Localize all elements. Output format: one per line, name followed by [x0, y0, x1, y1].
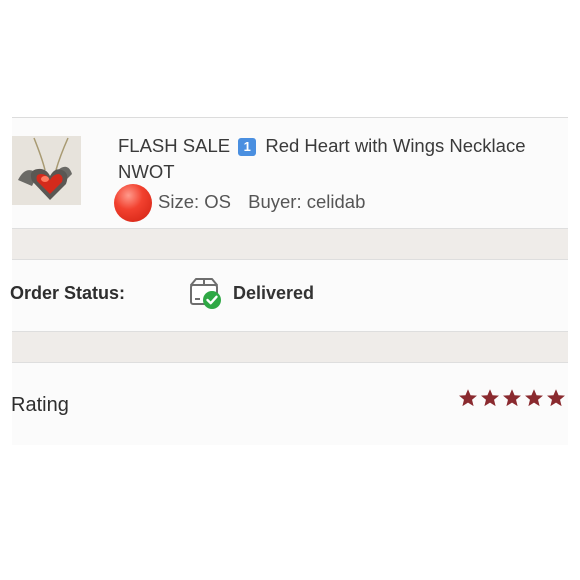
rating-label: Rating: [11, 394, 69, 416]
star-icon: [525, 389, 543, 407]
star-icon: [547, 389, 565, 407]
listing-title-text: FLASH SALE: [118, 135, 231, 156]
listing-title[interactable]: FLASH SALE 1 Red Heart with Wings Neckla…: [118, 133, 558, 185]
rating-row: Rating: [11, 363, 568, 445]
listing-row[interactable]: FLASH SALE 1 Red Heart with Wings Neckla…: [12, 118, 568, 228]
order-status-value: Delivered: [233, 283, 315, 303]
listing-size: Size: OS: [158, 191, 231, 212]
order-card: FLASH SALE 1 Red Heart with Wings Neckla…: [10, 117, 568, 445]
star-icon: [459, 389, 477, 407]
star-icon: [503, 389, 521, 407]
section-divider: [12, 331, 568, 363]
order-status-row: Order Status: Delivered: [10, 260, 568, 330]
order-status-label: Order Status:: [10, 283, 126, 303]
package-delivered-icon: [190, 278, 221, 309]
section-divider: [12, 228, 568, 260]
screen: FLASH SALE 1 Red Heart with Wings Neckla…: [0, 0, 580, 580]
listing-buyer: Buyer: celidab: [248, 191, 366, 212]
red-circle-icon: [114, 184, 152, 222]
number-one-badge-icon: 1: [238, 138, 257, 156]
rating-stars: [457, 387, 567, 409]
necklace-photo: [12, 136, 81, 205]
star-icon: [481, 389, 499, 407]
listing-thumbnail[interactable]: [12, 136, 81, 205]
listing-meta: Size: OS Buyer: celidab: [158, 189, 377, 215]
